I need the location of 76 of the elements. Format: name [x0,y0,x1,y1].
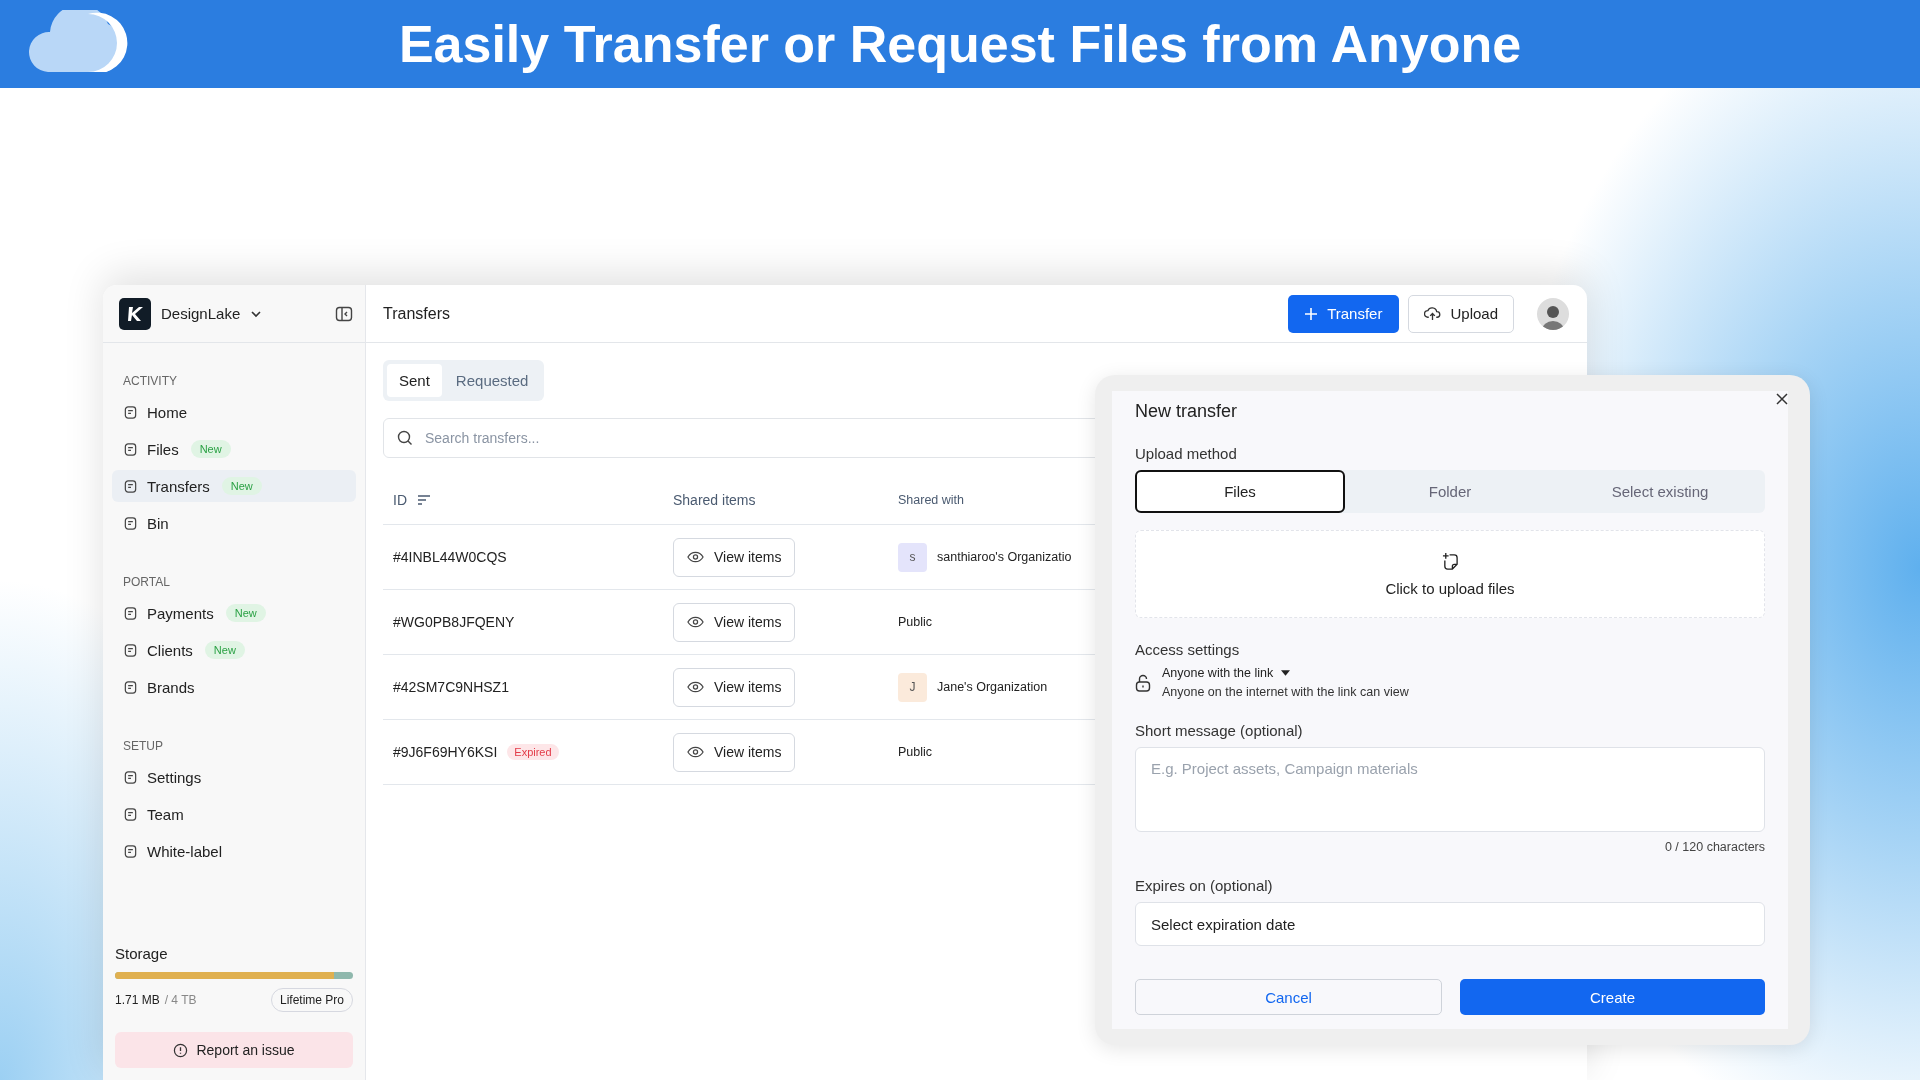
sort-icon[interactable] [417,494,431,506]
org-avatar: s [898,542,927,572]
shared-with: Public [898,615,933,629]
banner-title: Easily Transfer or Request Files from Anyone [398,14,1522,74]
column-header[interactable]: Shared with [898,493,964,507]
new-badge: New [221,477,262,495]
transfer-id: #42SM7C9NHSZ1 [393,679,509,695]
sidebar-item[interactable]: Brands [112,671,356,703]
shared-with: Public [898,745,933,759]
sidebar-item[interactable]: Team [112,798,356,830]
caret-down-icon [1281,670,1291,676]
sidebar-item[interactable]: Home [112,396,356,428]
sidebar-item[interactable]: Transfers New [112,470,356,502]
new-badge: New [204,641,245,659]
sidebar-item[interactable]: Clients New [112,634,356,666]
shared-with: santhiaroo's Organizatio [937,550,1072,564]
new-badge: New [190,440,231,458]
add-file-icon [1441,551,1459,571]
view-items-button[interactable]: View items [673,732,796,772]
eye-icon [687,551,704,563]
status-badge: Expired [507,744,559,760]
view-items-button[interactable]: View items [673,537,796,577]
view-items-button[interactable]: View items [673,602,796,642]
sidebar-item[interactable]: White-label [112,835,356,867]
upload-method-option[interactable]: Select existing [1555,470,1765,513]
column-header[interactable]: Shared items [673,492,756,508]
eye-icon [687,616,704,628]
field-label: Expires on (optional) [1135,877,1274,894]
eye-icon [687,681,704,693]
sidebar-item[interactable]: Bin [112,507,356,539]
new-badge: New [225,604,266,622]
tab[interactable]: Requested [443,364,541,397]
upload-method-option[interactable]: Files [1135,470,1345,513]
cancel-button[interactable]: Cancel [1135,979,1442,1015]
tab[interactable]: Sent [387,364,442,397]
sidebar-toggle-icon[interactable] [335,304,353,323]
access-mode-dropdown[interactable]: Anyone with the link [1162,666,1409,680]
field-label: Access settings [1135,641,1241,658]
shared-with: Jane's Organization [937,680,1048,694]
workspace-logo-icon [119,297,151,330]
org-avatar: J [898,672,927,702]
transfer-id: #WG0PB8JFQENY [393,614,515,630]
storage-total: / 4 TB [164,993,197,1007]
column-header[interactable]: ID [393,492,407,508]
access-description: Anyone on the internet with the link can view [1162,685,1409,699]
transfer-id: #4INBL44W0CQS [393,549,507,565]
transfer-button[interactable]: Transfer [1288,294,1400,333]
storage-label: Storage [115,945,169,962]
plus-icon [1305,307,1318,320]
unlocked-padlock-icon [1135,673,1151,692]
sidebar-item[interactable]: Files New [112,433,356,465]
section-heading: SETUP [122,739,164,753]
page-title: Transfers [383,304,450,323]
close-icon[interactable] [1776,393,1788,405]
expiration-date-field[interactable]: Select expiration date [1135,902,1765,946]
storage-used: 1.71 MB [115,993,160,1007]
user-avatar[interactable] [1537,297,1569,330]
create-button[interactable]: Create [1460,979,1765,1015]
upload-method-option[interactable]: Folder [1345,470,1555,513]
workspace-name[interactable]: DesignLake [161,305,241,322]
cloud-upload-icon [1424,306,1442,321]
alert-circle-icon [173,1042,189,1058]
report-issue-button[interactable]: Report an issue [115,1032,353,1068]
field-label: Short message (optional) [1135,722,1304,739]
upload-dropzone[interactable]: Click to upload files [1135,530,1765,618]
transfer-id: #9J6F69HY6KSI [393,744,498,760]
section-heading: ACTIVITY [122,374,178,388]
dropzone-text: Click to upload files [1385,579,1515,597]
message-field[interactable]: E.g. Project assets, Campaign materials [1135,747,1765,832]
upload-button[interactable]: Upload [1408,294,1514,333]
sidebar-item[interactable]: Payments New [112,597,356,629]
character-counter: 0 / 120 characters [1663,840,1765,854]
sidebar-item[interactable]: Settings [112,761,356,793]
view-items-button[interactable]: View items [673,667,796,707]
section-heading: PORTAL [122,575,171,589]
eye-icon [687,746,704,758]
